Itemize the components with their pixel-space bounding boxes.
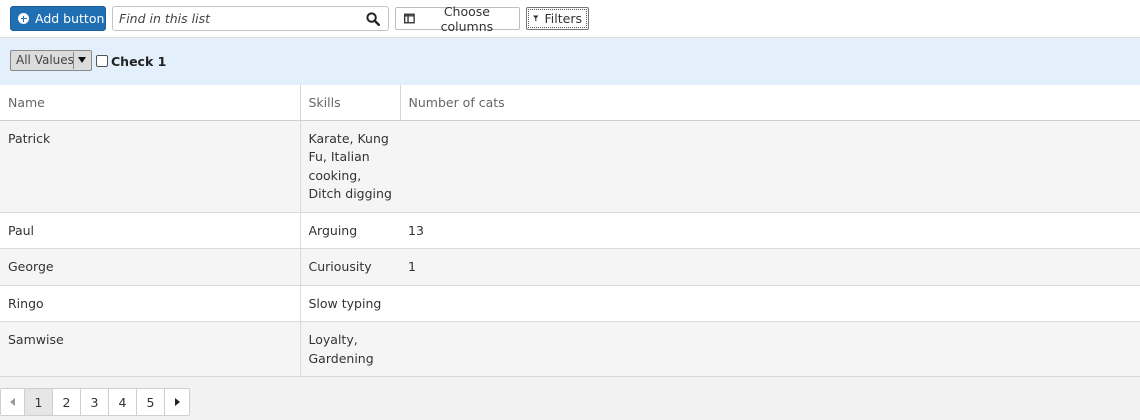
cell-cats [400, 285, 1140, 322]
add-button-label: Add button [35, 11, 105, 26]
choose-columns-button[interactable]: Choose columns [395, 4, 520, 34]
check-1-checkbox[interactable] [96, 55, 108, 67]
filter-bar: All Values Check 1 [0, 39, 1140, 85]
table-header-row: Name Skills Number of cats [0, 85, 1140, 121]
cell-name: George [0, 248, 300, 286]
cell-name: Ringo [0, 285, 300, 322]
cell-skills: Curiousity [299, 248, 400, 286]
previous-page-button[interactable] [1, 389, 25, 415]
add-button[interactable]: Add button [10, 6, 106, 31]
choose-columns-label: Choose columns [440, 3, 494, 34]
cell-name: Patrick [0, 120, 300, 213]
next-page-button[interactable] [165, 389, 189, 415]
data-table: Name Skills Number of cats Patrick Karat… [0, 85, 1140, 377]
cell-skills: Slow typing [299, 285, 400, 322]
table-row[interactable]: Ringo Slow typing [0, 285, 1140, 322]
page-2-button[interactable]: 2 [53, 389, 81, 415]
cell-cats: 13 [400, 212, 1140, 249]
cell-cats [400, 120, 1140, 213]
page-3-button[interactable]: 3 [81, 389, 109, 415]
search-input[interactable] [113, 7, 363, 30]
cell-name: Samwise [0, 321, 300, 377]
page-4-button[interactable]: 4 [109, 389, 137, 415]
column-header-name[interactable]: Name [0, 85, 301, 121]
table-row[interactable]: Samwise Loyalty, Gardening [0, 321, 1140, 377]
cell-skills: Loyalty, Gardening [299, 321, 400, 377]
column-header-skills[interactable]: Skills [300, 85, 401, 121]
values-select[interactable]: All Values [10, 50, 92, 71]
filters-button[interactable]: Filters [526, 7, 589, 30]
filters-label: Filters [544, 11, 582, 26]
table-row[interactable]: Patrick Karate, Kung Fu, Italian cooking… [0, 120, 1140, 213]
page-1-button[interactable]: 1 [25, 389, 53, 415]
dropdown-arrow-icon[interactable] [73, 52, 90, 69]
cell-name: Paul [0, 212, 300, 249]
cell-skills: Karate, Kung Fu, Italian cooking, Ditch … [299, 120, 400, 213]
toolbar: Add button Choose columns Filters [0, 0, 1140, 38]
search-icon[interactable] [366, 12, 380, 26]
cell-cats: 1 [400, 248, 1140, 286]
columns-icon [404, 13, 415, 24]
filter-funnel-icon [533, 15, 539, 22]
search-box [112, 6, 389, 31]
cell-skills: Arguing [299, 212, 400, 249]
previous-page-icon [10, 398, 15, 406]
next-page-icon [174, 398, 180, 406]
table-row[interactable]: George Curiousity 1 [0, 248, 1140, 286]
check-1-label: Check 1 [111, 54, 167, 69]
column-header-cats[interactable]: Number of cats [400, 85, 1140, 121]
values-select-label: All Values [16, 53, 74, 67]
cell-cats [400, 321, 1140, 377]
page-5-button[interactable]: 5 [137, 389, 165, 415]
pagination: 1 2 3 4 5 [0, 388, 190, 416]
plus-circle-icon [18, 13, 29, 24]
table-row[interactable]: Paul Arguing 13 [0, 212, 1140, 249]
check-1-control[interactable]: Check 1 [96, 53, 166, 69]
